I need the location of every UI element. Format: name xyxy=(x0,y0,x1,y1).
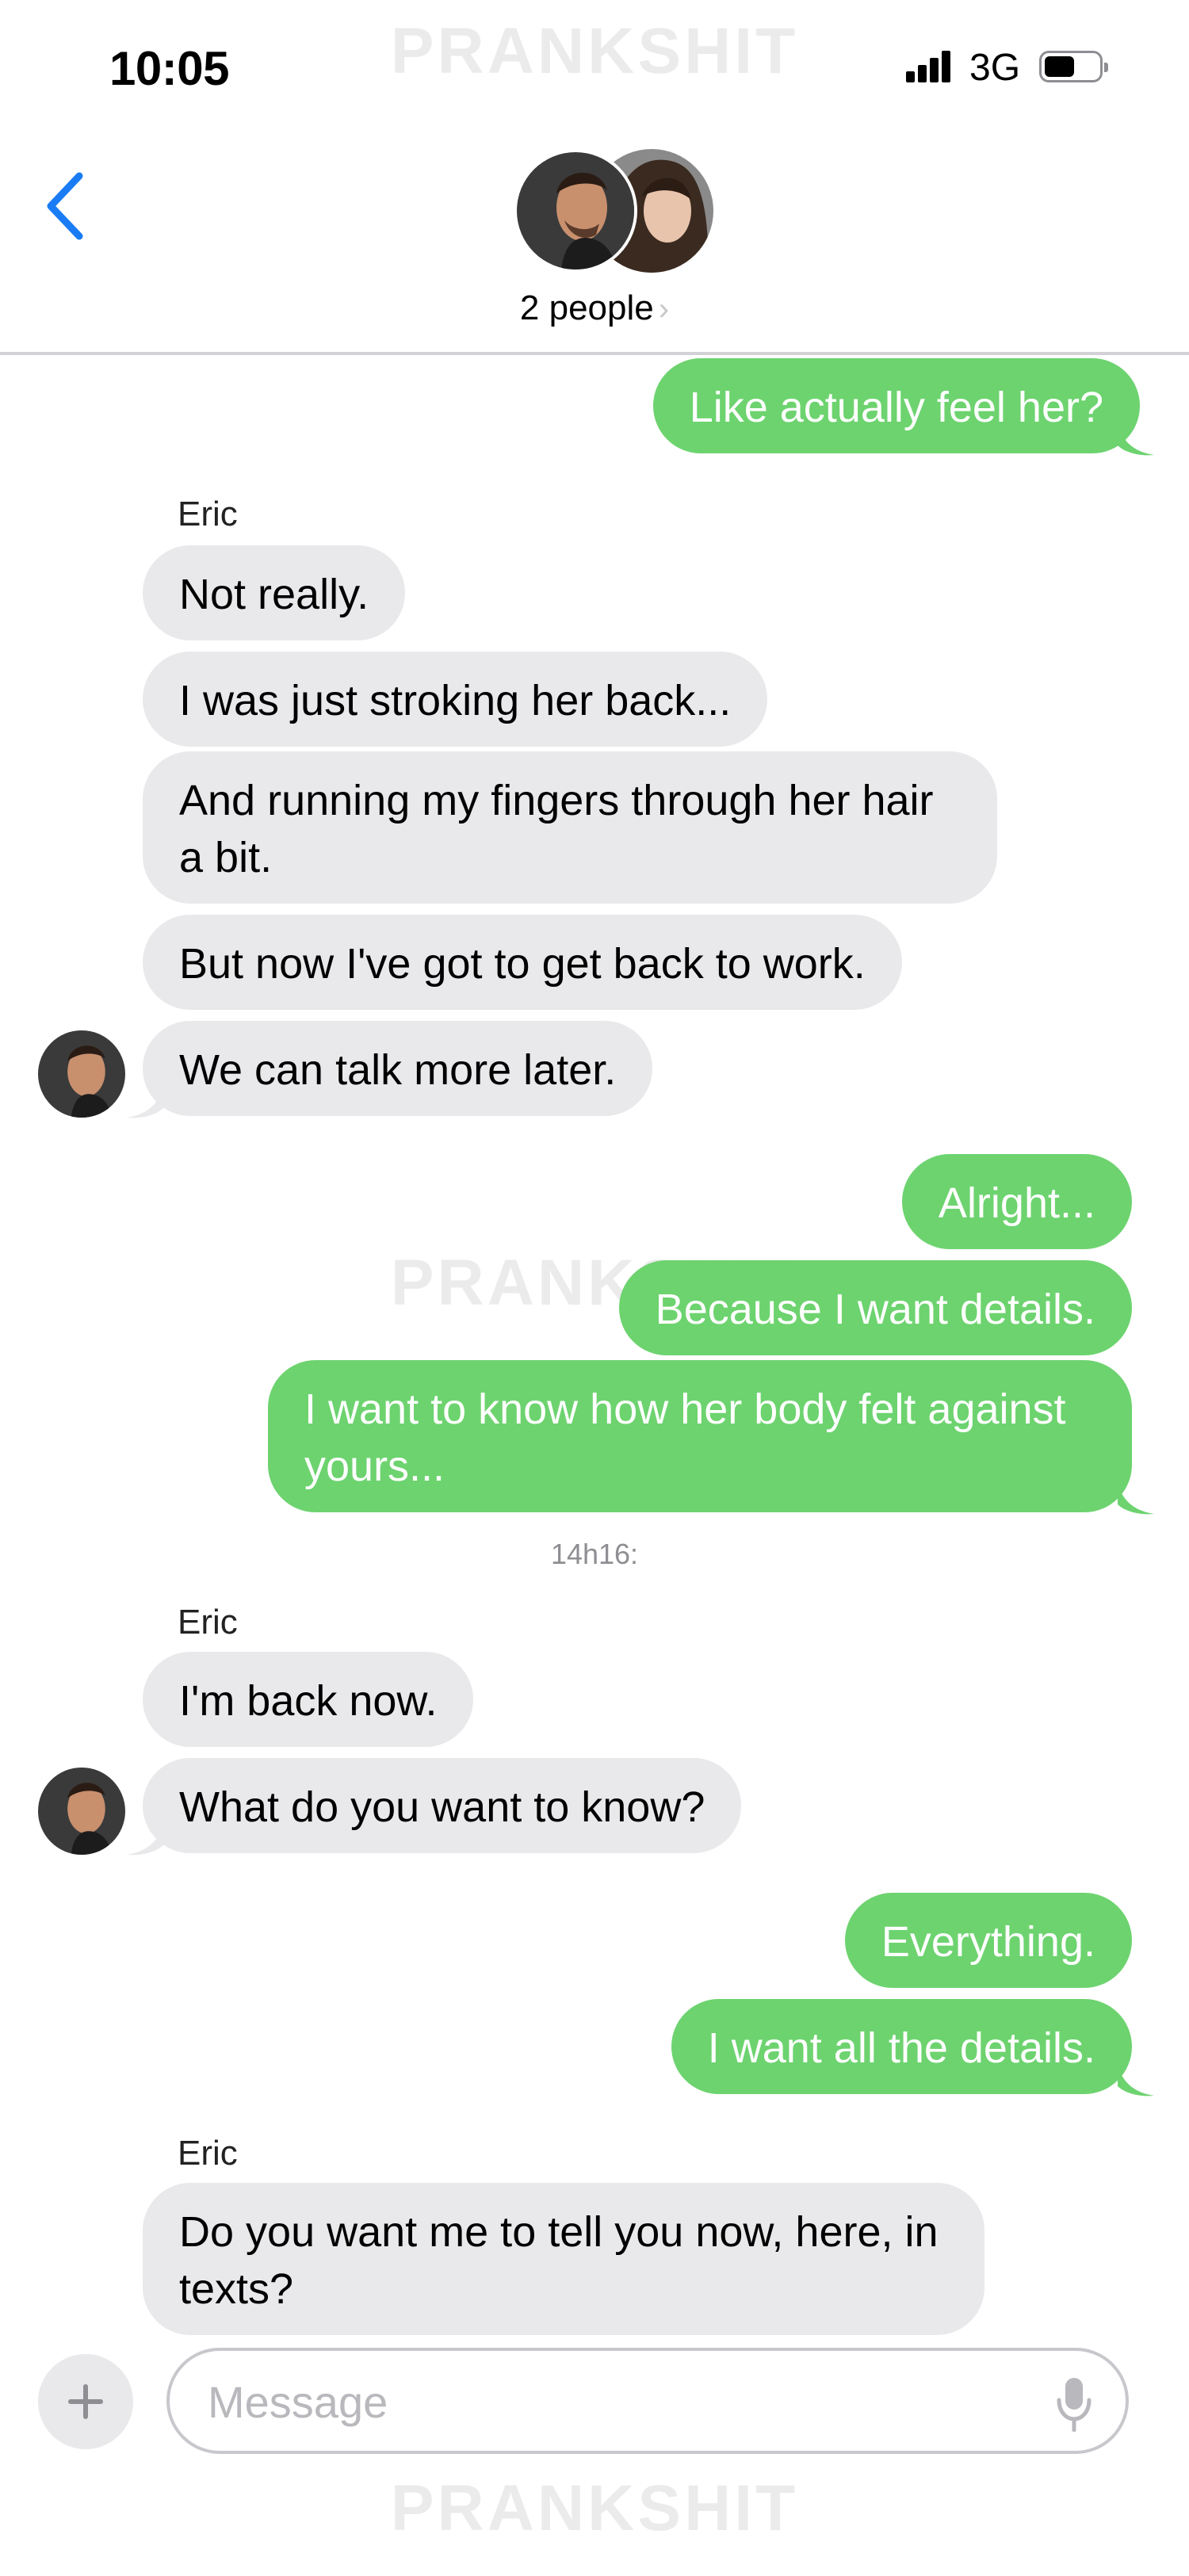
add-attachment-button[interactable] xyxy=(38,2354,133,2449)
message-received[interactable]: I'm back now. xyxy=(143,1652,474,1747)
message-sent[interactable]: I want all the details. xyxy=(671,1999,1132,2094)
message-sent[interactable]: Like actually feel her? xyxy=(652,358,1140,453)
avatar-eric xyxy=(38,1030,125,1118)
sender-name: Eric xyxy=(178,1603,238,1642)
message-received[interactable]: I was just stroking her back... xyxy=(143,652,768,747)
message-input[interactable] xyxy=(206,2372,1002,2432)
message-avatar[interactable] xyxy=(38,1030,125,1118)
chevron-right-icon: › xyxy=(658,292,670,327)
bubble-tail xyxy=(1118,1481,1154,1515)
bubble-tail xyxy=(1118,2062,1154,2096)
avatar-eric xyxy=(514,149,637,273)
message-received[interactable]: Not really. xyxy=(143,545,406,640)
message-received[interactable]: What do you want to know? xyxy=(143,1758,742,1853)
message-sent[interactable]: I want to know how her body felt against… xyxy=(268,1360,1132,1512)
bubble-tail xyxy=(127,1821,163,1856)
back-button[interactable] xyxy=(41,166,97,246)
header-divider xyxy=(0,352,1189,355)
sender-name: Eric xyxy=(178,495,238,533)
battery-icon xyxy=(1039,51,1108,82)
message-sent[interactable]: Because I want details. xyxy=(618,1260,1132,1355)
message-received[interactable]: And running my fingers through her hair … xyxy=(143,751,997,904)
message-sent[interactable]: Everything. xyxy=(844,1893,1132,1988)
back-chevron-icon xyxy=(47,172,83,240)
timestamp: 14h16: xyxy=(550,1538,639,1570)
sender-name: Eric xyxy=(178,2134,238,2173)
bubble-tail xyxy=(1118,422,1154,456)
message-received[interactable]: We can talk more later. xyxy=(143,1021,653,1116)
participants-count: 2 people xyxy=(519,289,654,327)
watermark-bottom: PRANKSHIT xyxy=(390,2472,799,2544)
message-avatar[interactable] xyxy=(38,1768,125,1855)
signal-icon xyxy=(906,51,952,82)
message-received[interactable]: But now I've got to get back to work. xyxy=(143,915,902,1010)
message-sent[interactable]: Alright... xyxy=(901,1154,1132,1249)
group-avatars[interactable] xyxy=(514,149,713,276)
message-input-box[interactable] xyxy=(166,2348,1129,2454)
bubble-tail xyxy=(127,1084,163,1118)
participants-label[interactable]: 2 people › xyxy=(0,289,1189,328)
network-label: 3G xyxy=(969,47,1021,89)
avatar-eric xyxy=(38,1768,125,1855)
message-received[interactable]: Do you want me to tell you now, here, in… xyxy=(143,2183,984,2335)
microphone-icon[interactable] xyxy=(1054,2376,1094,2432)
